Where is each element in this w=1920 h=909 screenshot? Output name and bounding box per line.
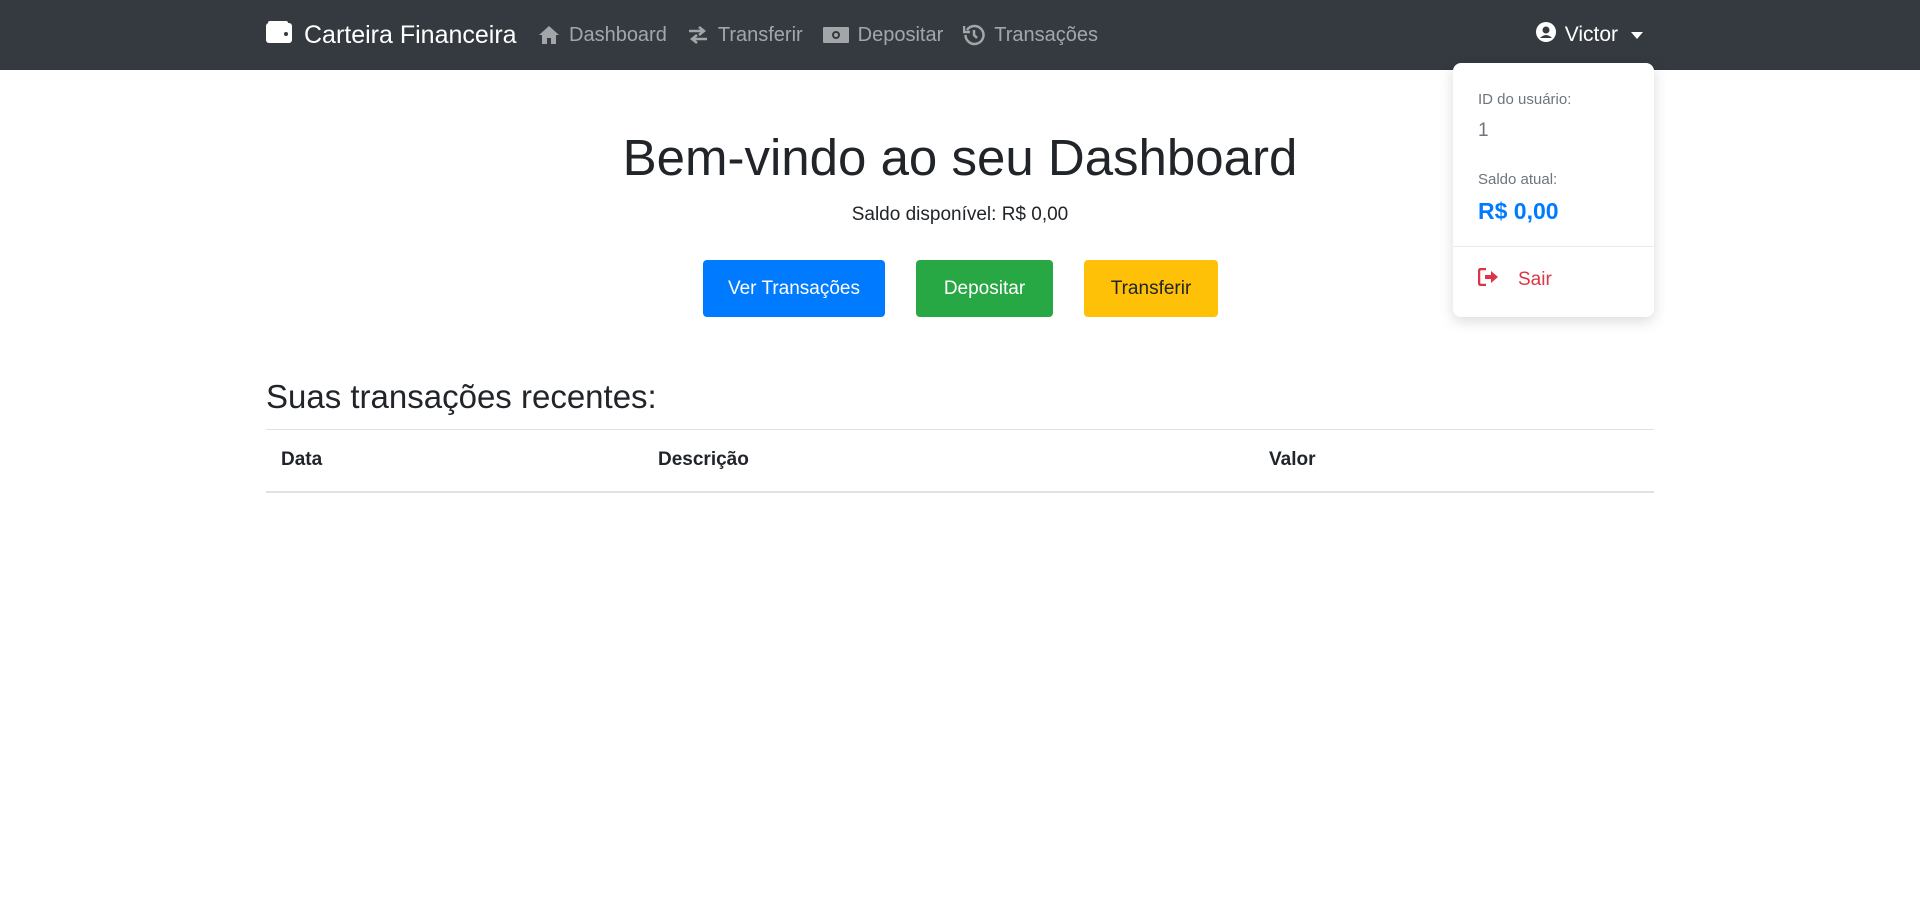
nav-link-transferir[interactable]: Transferir [687,24,803,47]
user-id-label: ID do usuário: [1478,91,1572,108]
home-icon [538,25,560,45]
column-header-descricao: Descrição [643,429,1254,493]
user-dropdown: ID do usuário: 1 Saldo atual: R$ 0,00 Sa… [1453,63,1654,317]
brand-label: Carteira Financeira [304,20,517,49]
user-circle-icon [1535,22,1556,48]
action-buttons: Ver Transações Depositar Transferir [703,260,1218,317]
sign-out-icon [1477,267,1500,292]
view-transactions-button[interactable]: Ver Transações [703,260,885,317]
nav-link-depositar[interactable]: Depositar [822,23,944,47]
table-header-row: Data Descrição Valor [266,429,1654,493]
deposit-button[interactable]: Depositar [916,260,1053,317]
nav-link-label: Depositar [857,23,944,46]
user-name: Victor [1564,23,1618,46]
nav-link-label: Transações [994,23,1099,46]
brand-link[interactable]: Carteira Financeira [266,0,517,70]
wallet-icon [266,20,292,50]
nav-link-transacoes[interactable]: Transações [963,24,1098,47]
nav-link-dashboard[interactable]: Dashboard [538,24,667,47]
logout-label: Sair [1518,269,1552,290]
history-icon [963,24,985,46]
dropdown-divider [1453,246,1654,247]
page-title: Bem-vindo ao seu Dashboard [622,129,1298,186]
logout-item[interactable]: Sair [1477,267,1552,292]
money-icon [822,26,849,44]
column-header-valor: Valor [1254,429,1654,493]
nav-links: Dashboard Transferir Depositar Transaçõe… [538,0,1098,70]
transfer-button[interactable]: Transferir [1084,260,1218,317]
caret-down-icon [1631,31,1643,39]
user-menu-toggle[interactable]: Victor [1535,0,1643,70]
available-balance: Saldo disponível: R$ 0,00 [851,204,1069,225]
column-header-data: Data [266,429,643,493]
recent-transactions-title: Suas transações recentes: [266,378,657,415]
nav-link-label: Dashboard [569,23,667,46]
exchange-icon [687,25,709,45]
navbar: Carteira Financeira Dashboard Transferir [0,0,1920,70]
nav-link-label: Transferir [717,23,803,46]
transactions-table: Data Descrição Valor [266,429,1654,493]
